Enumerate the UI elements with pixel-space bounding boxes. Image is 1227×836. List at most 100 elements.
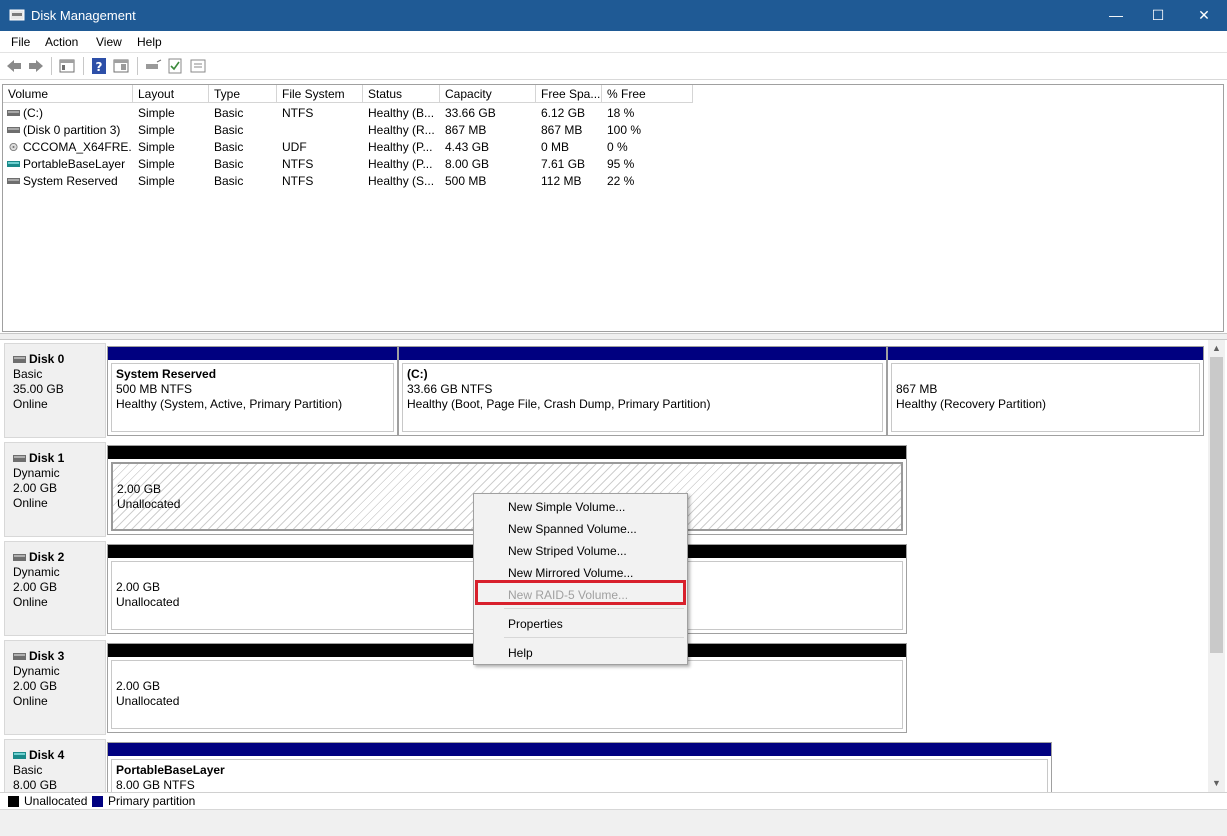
toolbar-separator	[137, 57, 138, 75]
volume-percent-free: 100 %	[607, 123, 642, 137]
volume-percent-free: 95 %	[607, 157, 635, 171]
disk-4-label[interactable]: Disk 4 Basic 8.00 GB	[4, 739, 106, 792]
disk-icon	[13, 554, 26, 561]
raid5-highlight-box	[475, 580, 686, 605]
menu-file[interactable]: File	[11, 35, 30, 49]
toolbar: ?	[0, 53, 1227, 80]
menu-action[interactable]: Action	[45, 35, 78, 49]
partition-portable-base-layer[interactable]: PortableBaseLayer 8.00 GB NTFS	[107, 742, 1052, 792]
maximize-button[interactable]: ☐	[1135, 0, 1181, 31]
volume-name: PortableBaseLayer	[23, 157, 126, 171]
volume-file-system: NTFS	[282, 174, 314, 188]
disk-3-label[interactable]: Disk 3 Dynamic 2.00 GB Online	[4, 640, 106, 735]
column-header-free-space[interactable]: Free Spa...	[536, 85, 602, 103]
disk-1-label[interactable]: Disk 1 Dynamic 2.00 GB Online	[4, 442, 106, 537]
volume-row[interactable]: CCCOMA_X64FRE... Simple Basic UDF Health…	[3, 139, 703, 156]
connect-drive-icon[interactable]	[144, 57, 162, 75]
volume-list[interactable]: Volume Layout Type File System Status Ca…	[2, 84, 1224, 332]
volume-row[interactable]: (C:) Simple Basic NTFS Healthy (B... 33.…	[3, 105, 703, 122]
legend-primary-partition-label: Primary partition	[108, 794, 196, 808]
column-header-percent-free[interactable]: % Free	[602, 85, 693, 103]
volume-row[interactable]: System Reserved Simple Basic NTFS Health…	[3, 173, 703, 190]
disk-0-label[interactable]: Disk 0 Basic 35.00 GB Online	[4, 343, 106, 438]
toolbar-separator	[51, 57, 52, 75]
disk-name: Disk 1	[29, 451, 65, 465]
disk-state: Online	[13, 397, 48, 411]
menu-view[interactable]: View	[96, 35, 122, 49]
primary-partition-bar	[399, 347, 886, 360]
volume-row[interactable]: PortableBaseLayer Simple Basic NTFS Heal…	[3, 156, 703, 173]
partition-title: PortableBaseLayer	[116, 763, 225, 777]
partition-recovery[interactable]: 867 MB Healthy (Recovery Partition)	[887, 346, 1204, 436]
status-bar	[0, 809, 1227, 836]
partition-body: System Reserved 500 MB NTFS Healthy (Sys…	[111, 363, 394, 432]
column-header-file-system[interactable]: File System	[277, 85, 363, 103]
column-header-volume[interactable]: Volume	[3, 85, 133, 103]
partition-status: Healthy (System, Active, Primary Partiti…	[116, 397, 343, 411]
settings-list-icon[interactable]	[189, 57, 207, 75]
volume-row[interactable]: (Disk 0 partition 3) Simple Basic Health…	[3, 122, 703, 139]
disk-state: Online	[13, 496, 48, 510]
properties-pane-icon[interactable]	[112, 57, 130, 75]
volume-percent-free: 18 %	[607, 106, 635, 120]
scrollbar-thumb[interactable]	[1210, 357, 1223, 653]
volume-status: Healthy (P...	[368, 157, 433, 171]
menu-item-new-striped-volume[interactable]: New Striped Volume...	[508, 544, 627, 558]
volume-capacity: 33.66 GB	[445, 106, 496, 120]
volume-file-system: NTFS	[282, 106, 314, 120]
volume-name: System Reserved	[23, 174, 118, 188]
column-header-status[interactable]: Status	[363, 85, 440, 103]
checklist-icon[interactable]	[166, 57, 184, 75]
disk-state: Online	[13, 694, 48, 708]
menu-item-new-mirrored-volume[interactable]: New Mirrored Volume...	[508, 566, 633, 580]
volume-type: Basic	[214, 140, 244, 154]
disk-name: Disk 4	[29, 748, 65, 762]
scroll-up-arrow-icon[interactable]: ▲	[1208, 340, 1225, 357]
svg-text:?: ?	[96, 60, 103, 74]
pane-splitter[interactable]	[0, 333, 1227, 340]
column-header-capacity[interactable]: Capacity	[440, 85, 536, 103]
disk-icon	[13, 455, 26, 462]
volume-file-system: UDF	[282, 140, 307, 154]
disk-2-label[interactable]: Disk 2 Dynamic 2.00 GB Online	[4, 541, 106, 636]
drive-icon	[7, 127, 20, 133]
volume-percent-free: 0 %	[607, 140, 628, 154]
disk-icon	[13, 356, 26, 363]
volume-capacity: 867 MB	[445, 123, 487, 137]
volume-layout: Simple	[138, 106, 175, 120]
show-hide-tree-icon[interactable]	[58, 57, 76, 75]
volume-free-space: 6.12 GB	[541, 106, 586, 120]
forward-arrow-icon[interactable]	[27, 57, 45, 75]
menu-item-help[interactable]: Help	[508, 646, 533, 660]
column-header-layout[interactable]: Layout	[133, 85, 209, 103]
menu-item-new-spanned-volume[interactable]: New Spanned Volume...	[508, 522, 637, 536]
menu-item-properties[interactable]: Properties	[508, 617, 563, 631]
disk-kind: Basic	[13, 367, 43, 381]
toolbar-separator	[83, 57, 84, 75]
volume-layout: Simple	[138, 174, 175, 188]
volume-capacity: 4.43 GB	[445, 140, 490, 154]
volume-free-space: 0 MB	[541, 140, 570, 154]
partition-c-drive[interactable]: (C:) 33.66 GB NTFS Healthy (Boot, Page F…	[398, 346, 887, 436]
scroll-down-arrow-icon[interactable]: ▼	[1208, 775, 1225, 792]
volume-status: Healthy (R...	[368, 123, 435, 137]
column-header-type[interactable]: Type	[209, 85, 277, 103]
disk-state: Online	[13, 595, 48, 609]
title-bar: Disk Management — ☐ ✕	[0, 0, 1227, 31]
back-arrow-icon[interactable]	[5, 57, 23, 75]
vertical-scrollbar[interactable]: ▲ ▼	[1208, 340, 1225, 792]
help-icon[interactable]: ?	[90, 57, 108, 75]
unallocated-bar	[108, 446, 906, 459]
window-title: Disk Management	[31, 8, 136, 23]
menu-help[interactable]: Help	[137, 35, 162, 49]
volume-status: Healthy (P...	[368, 140, 433, 154]
minimize-button[interactable]: —	[1093, 0, 1139, 31]
partition-system-reserved[interactable]: System Reserved 500 MB NTFS Healthy (Sys…	[107, 346, 398, 436]
dvd-icon	[9, 143, 18, 151]
volume-name: CCCOMA_X64FRE...	[23, 140, 131, 154]
menu-item-new-simple-volume[interactable]: New Simple Volume...	[508, 500, 625, 514]
close-button[interactable]: ✕	[1181, 0, 1227, 31]
disk-name: Disk 3	[29, 649, 65, 663]
volume-layout: Simple	[138, 157, 175, 171]
volume-layout: Simple	[138, 123, 175, 137]
